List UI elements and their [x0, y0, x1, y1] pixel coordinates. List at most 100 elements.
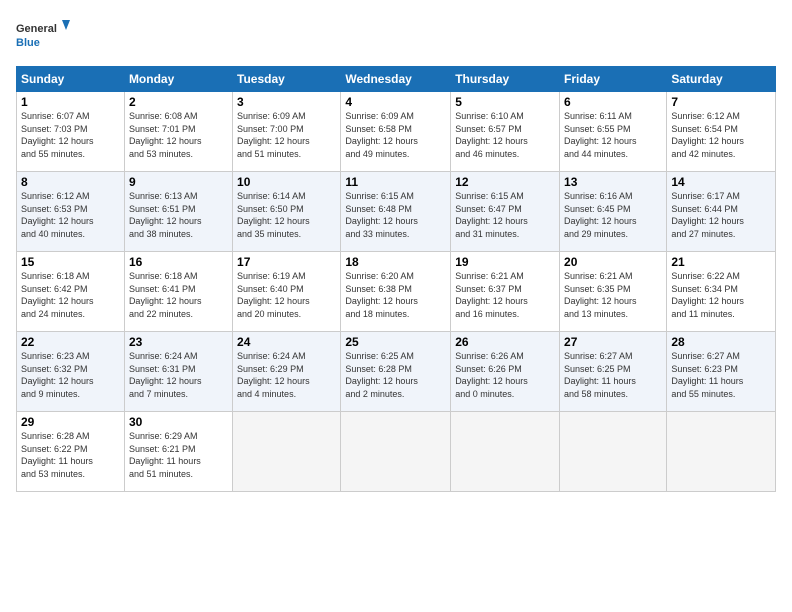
- calendar-day-cell: [233, 412, 341, 492]
- day-info: Sunrise: 6:18 AM Sunset: 6:42 PM Dayligh…: [21, 270, 120, 320]
- day-number: 15: [21, 255, 120, 269]
- day-number: 18: [345, 255, 446, 269]
- calendar-day-cell: 5Sunrise: 6:10 AM Sunset: 6:57 PM Daylig…: [451, 92, 560, 172]
- svg-text:General: General: [16, 23, 57, 35]
- weekday-header: Tuesday: [233, 67, 341, 92]
- day-number: 1: [21, 95, 120, 109]
- day-info: Sunrise: 6:26 AM Sunset: 6:26 PM Dayligh…: [455, 350, 555, 400]
- day-info: Sunrise: 6:22 AM Sunset: 6:34 PM Dayligh…: [671, 270, 771, 320]
- day-number: 17: [237, 255, 336, 269]
- day-number: 19: [455, 255, 555, 269]
- calendar-day-cell: 1Sunrise: 6:07 AM Sunset: 7:03 PM Daylig…: [17, 92, 125, 172]
- calendar-day-cell: 4Sunrise: 6:09 AM Sunset: 6:58 PM Daylig…: [341, 92, 451, 172]
- svg-text:Blue: Blue: [16, 37, 40, 49]
- calendar-day-cell: [341, 412, 451, 492]
- calendar-day-cell: 21Sunrise: 6:22 AM Sunset: 6:34 PM Dayli…: [667, 252, 776, 332]
- day-info: Sunrise: 6:29 AM Sunset: 6:21 PM Dayligh…: [129, 430, 228, 480]
- day-number: 30: [129, 415, 228, 429]
- day-number: 7: [671, 95, 771, 109]
- day-number: 21: [671, 255, 771, 269]
- day-info: Sunrise: 6:25 AM Sunset: 6:28 PM Dayligh…: [345, 350, 446, 400]
- day-info: Sunrise: 6:10 AM Sunset: 6:57 PM Dayligh…: [455, 110, 555, 160]
- calendar-day-cell: 26Sunrise: 6:26 AM Sunset: 6:26 PM Dayli…: [451, 332, 560, 412]
- calendar-day-cell: 6Sunrise: 6:11 AM Sunset: 6:55 PM Daylig…: [560, 92, 667, 172]
- calendar-day-cell: 14Sunrise: 6:17 AM Sunset: 6:44 PM Dayli…: [667, 172, 776, 252]
- day-number: 4: [345, 95, 446, 109]
- calendar-day-cell: 30Sunrise: 6:29 AM Sunset: 6:21 PM Dayli…: [124, 412, 232, 492]
- day-number: 3: [237, 95, 336, 109]
- calendar-body: 1Sunrise: 6:07 AM Sunset: 7:03 PM Daylig…: [17, 92, 776, 492]
- calendar-day-cell: 28Sunrise: 6:27 AM Sunset: 6:23 PM Dayli…: [667, 332, 776, 412]
- day-number: 28: [671, 335, 771, 349]
- weekday-header: Thursday: [451, 67, 560, 92]
- day-info: Sunrise: 6:21 AM Sunset: 6:37 PM Dayligh…: [455, 270, 555, 320]
- calendar-day-cell: 9Sunrise: 6:13 AM Sunset: 6:51 PM Daylig…: [124, 172, 232, 252]
- calendar-day-cell: 23Sunrise: 6:24 AM Sunset: 6:31 PM Dayli…: [124, 332, 232, 412]
- day-number: 8: [21, 175, 120, 189]
- day-info: Sunrise: 6:17 AM Sunset: 6:44 PM Dayligh…: [671, 190, 771, 240]
- day-info: Sunrise: 6:24 AM Sunset: 6:31 PM Dayligh…: [129, 350, 228, 400]
- calendar-week-row: 29Sunrise: 6:28 AM Sunset: 6:22 PM Dayli…: [17, 412, 776, 492]
- day-info: Sunrise: 6:16 AM Sunset: 6:45 PM Dayligh…: [564, 190, 662, 240]
- calendar-week-row: 22Sunrise: 6:23 AM Sunset: 6:32 PM Dayli…: [17, 332, 776, 412]
- calendar-day-cell: 18Sunrise: 6:20 AM Sunset: 6:38 PM Dayli…: [341, 252, 451, 332]
- calendar-day-cell: 20Sunrise: 6:21 AM Sunset: 6:35 PM Dayli…: [560, 252, 667, 332]
- calendar-day-cell: [667, 412, 776, 492]
- calendar-week-row: 15Sunrise: 6:18 AM Sunset: 6:42 PM Dayli…: [17, 252, 776, 332]
- weekday-header: Sunday: [17, 67, 125, 92]
- calendar-day-cell: 2Sunrise: 6:08 AM Sunset: 7:01 PM Daylig…: [124, 92, 232, 172]
- day-number: 6: [564, 95, 662, 109]
- day-number: 2: [129, 95, 228, 109]
- day-info: Sunrise: 6:15 AM Sunset: 6:47 PM Dayligh…: [455, 190, 555, 240]
- day-number: 29: [21, 415, 120, 429]
- day-info: Sunrise: 6:08 AM Sunset: 7:01 PM Dayligh…: [129, 110, 228, 160]
- day-number: 26: [455, 335, 555, 349]
- day-info: Sunrise: 6:14 AM Sunset: 6:50 PM Dayligh…: [237, 190, 336, 240]
- calendar-day-cell: 12Sunrise: 6:15 AM Sunset: 6:47 PM Dayli…: [451, 172, 560, 252]
- weekday-header: Friday: [560, 67, 667, 92]
- weekday-header: Monday: [124, 67, 232, 92]
- logo: General Blue: [16, 16, 71, 56]
- day-info: Sunrise: 6:28 AM Sunset: 6:22 PM Dayligh…: [21, 430, 120, 480]
- day-info: Sunrise: 6:13 AM Sunset: 6:51 PM Dayligh…: [129, 190, 228, 240]
- day-number: 25: [345, 335, 446, 349]
- day-number: 16: [129, 255, 228, 269]
- day-number: 11: [345, 175, 446, 189]
- day-info: Sunrise: 6:07 AM Sunset: 7:03 PM Dayligh…: [21, 110, 120, 160]
- day-info: Sunrise: 6:12 AM Sunset: 6:54 PM Dayligh…: [671, 110, 771, 160]
- day-number: 27: [564, 335, 662, 349]
- day-info: Sunrise: 6:20 AM Sunset: 6:38 PM Dayligh…: [345, 270, 446, 320]
- day-number: 20: [564, 255, 662, 269]
- logo-svg: General Blue: [16, 16, 71, 56]
- day-info: Sunrise: 6:18 AM Sunset: 6:41 PM Dayligh…: [129, 270, 228, 320]
- calendar-table: SundayMondayTuesdayWednesdayThursdayFrid…: [16, 66, 776, 492]
- day-number: 14: [671, 175, 771, 189]
- calendar-header: SundayMondayTuesdayWednesdayThursdayFrid…: [17, 67, 776, 92]
- day-number: 22: [21, 335, 120, 349]
- day-info: Sunrise: 6:15 AM Sunset: 6:48 PM Dayligh…: [345, 190, 446, 240]
- day-number: 13: [564, 175, 662, 189]
- calendar-day-cell: 29Sunrise: 6:28 AM Sunset: 6:22 PM Dayli…: [17, 412, 125, 492]
- calendar-day-cell: 27Sunrise: 6:27 AM Sunset: 6:25 PM Dayli…: [560, 332, 667, 412]
- calendar-week-row: 1Sunrise: 6:07 AM Sunset: 7:03 PM Daylig…: [17, 92, 776, 172]
- header: General Blue: [16, 16, 776, 56]
- calendar-day-cell: 11Sunrise: 6:15 AM Sunset: 6:48 PM Dayli…: [341, 172, 451, 252]
- weekday-header: Saturday: [667, 67, 776, 92]
- day-number: 23: [129, 335, 228, 349]
- calendar-day-cell: 17Sunrise: 6:19 AM Sunset: 6:40 PM Dayli…: [233, 252, 341, 332]
- header-row: SundayMondayTuesdayWednesdayThursdayFrid…: [17, 67, 776, 92]
- calendar-day-cell: [451, 412, 560, 492]
- calendar-day-cell: 25Sunrise: 6:25 AM Sunset: 6:28 PM Dayli…: [341, 332, 451, 412]
- page-container: General Blue SundayMondayTuesdayWednesda…: [0, 0, 792, 500]
- day-info: Sunrise: 6:27 AM Sunset: 6:23 PM Dayligh…: [671, 350, 771, 400]
- day-number: 10: [237, 175, 336, 189]
- day-info: Sunrise: 6:11 AM Sunset: 6:55 PM Dayligh…: [564, 110, 662, 160]
- day-info: Sunrise: 6:12 AM Sunset: 6:53 PM Dayligh…: [21, 190, 120, 240]
- day-info: Sunrise: 6:27 AM Sunset: 6:25 PM Dayligh…: [564, 350, 662, 400]
- calendar-day-cell: [560, 412, 667, 492]
- day-info: Sunrise: 6:09 AM Sunset: 7:00 PM Dayligh…: [237, 110, 336, 160]
- calendar-day-cell: 22Sunrise: 6:23 AM Sunset: 6:32 PM Dayli…: [17, 332, 125, 412]
- calendar-day-cell: 13Sunrise: 6:16 AM Sunset: 6:45 PM Dayli…: [560, 172, 667, 252]
- calendar-day-cell: 10Sunrise: 6:14 AM Sunset: 6:50 PM Dayli…: [233, 172, 341, 252]
- day-number: 9: [129, 175, 228, 189]
